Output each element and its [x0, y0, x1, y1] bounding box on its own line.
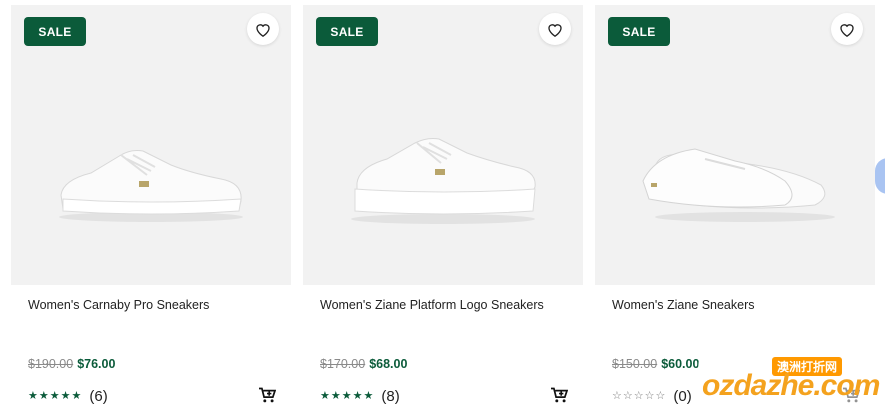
- star-icon: ★: [341, 390, 352, 402]
- carousel-next-button[interactable]: [875, 158, 885, 194]
- shoe-photo: [642, 148, 835, 222]
- sale-price: $68.00: [369, 357, 408, 371]
- star-icon: ★: [320, 390, 330, 402]
- review-count: (6): [89, 388, 108, 405]
- price: $150.00 $60.00: [612, 357, 699, 371]
- star-icon: ★: [60, 390, 71, 402]
- star-icon: ☆: [633, 390, 644, 402]
- watermark-text: ozdazhe.com: [702, 369, 880, 402]
- star-icon: ★: [330, 390, 341, 402]
- star-icon: ★: [49, 390, 60, 402]
- product-image[interactable]: SALE: [303, 5, 583, 285]
- star-icon: ★: [71, 390, 82, 402]
- product-card[interactable]: SALE Women's Ziane Sneakers $150.00 $60.0…: [595, 0, 875, 415]
- original-price: $170.00: [320, 357, 366, 371]
- sale-badge: SALE: [316, 17, 378, 46]
- wishlist-button[interactable]: [831, 13, 863, 45]
- price: $170.00 $68.00: [320, 357, 407, 371]
- original-price: $150.00: [612, 357, 658, 371]
- rating[interactable]: ☆ ☆ ☆ ☆ ☆ (0): [612, 388, 692, 405]
- star-icon: ☆: [655, 390, 666, 402]
- shoe-photo: [351, 138, 536, 224]
- product-image[interactable]: SALE: [595, 5, 875, 285]
- shoe-photo: [59, 150, 243, 222]
- wishlist-button[interactable]: [247, 13, 279, 45]
- star-icon: ☆: [612, 390, 622, 402]
- review-count: (8): [381, 388, 400, 405]
- rating[interactable]: ★ ★ ★ ★ ★ (8): [320, 388, 400, 405]
- star-icon: ★: [352, 390, 363, 402]
- product-title[interactable]: Women's Ziane Platform Logo Sneakers: [320, 298, 570, 312]
- rating[interactable]: ★ ★ ★ ★ ★ (6): [28, 388, 108, 405]
- price: $190.00 $76.00: [28, 357, 115, 371]
- product-card[interactable]: SALE Women's Ziane Platform Logo Sneaker…: [303, 0, 583, 415]
- wishlist-button[interactable]: [539, 13, 571, 45]
- product-title[interactable]: Women's Carnaby Pro Sneakers: [28, 298, 278, 312]
- heart-icon: [256, 23, 270, 37]
- product-image[interactable]: SALE: [11, 5, 291, 285]
- sale-price: $76.00: [77, 357, 116, 371]
- sale-price: $60.00: [661, 357, 700, 371]
- star-icon: ★: [28, 390, 38, 402]
- star-icon: ☆: [622, 390, 633, 402]
- star-icon: ☆: [644, 390, 655, 402]
- product-card[interactable]: SALE Women's Carnaby Pro Sneakers $190.0…: [11, 0, 291, 415]
- heart-icon: [548, 23, 562, 37]
- product-title[interactable]: Women's Ziane Sneakers: [612, 298, 862, 312]
- cart-plus-icon[interactable]: [550, 387, 568, 403]
- watermark: 澳洲打折网 ozdazhe.com: [698, 355, 884, 411]
- star-icon: ★: [38, 390, 49, 402]
- cart-plus-icon[interactable]: [258, 387, 276, 403]
- sale-badge: SALE: [24, 17, 86, 46]
- heart-icon: [840, 23, 854, 37]
- original-price: $190.00: [28, 357, 74, 371]
- review-count: (0): [673, 388, 692, 405]
- sale-badge: SALE: [608, 17, 670, 46]
- star-icon: ★: [363, 390, 374, 402]
